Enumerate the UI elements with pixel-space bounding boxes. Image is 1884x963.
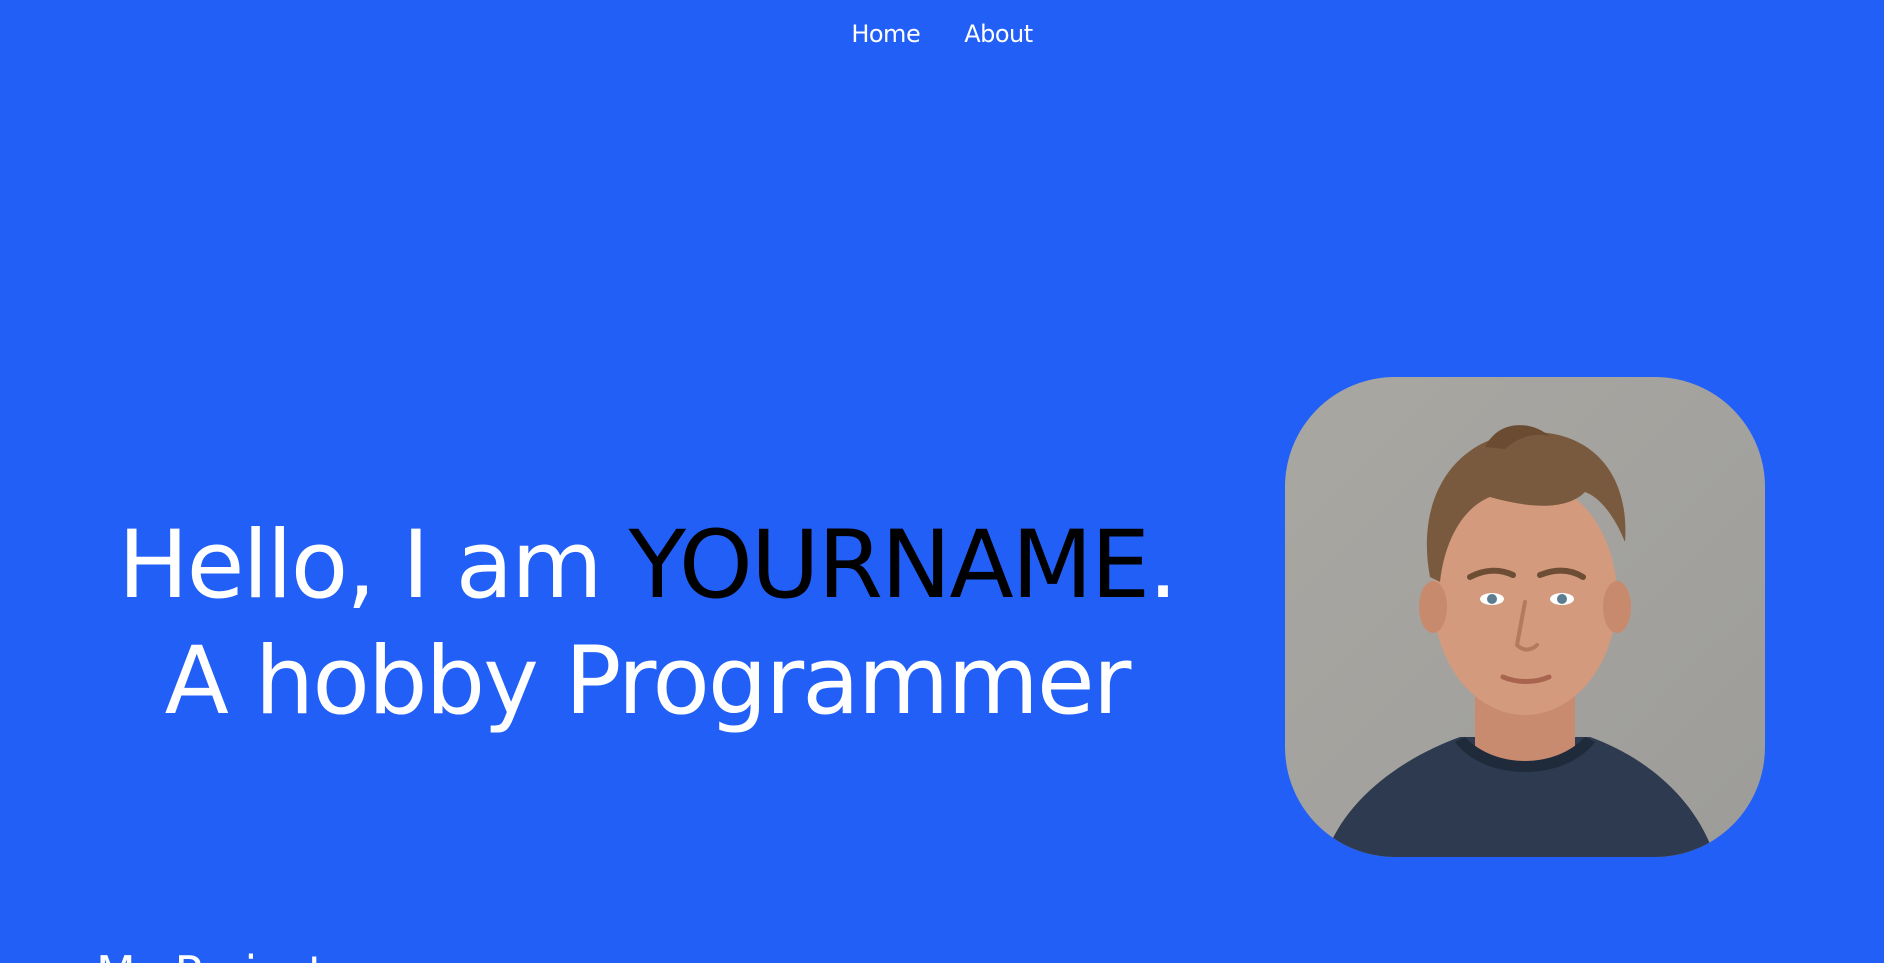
section-heading: My Projects [96, 946, 349, 963]
hero-name-suffix: . [1148, 511, 1178, 620]
nav-link-home[interactable]: Home [851, 20, 920, 48]
nav-link-about[interactable]: About [964, 20, 1033, 48]
hero-name: YOURNAME [628, 511, 1150, 620]
hero-tagline: A hobby Programmer [164, 627, 1132, 736]
hero-greeting: Hello, I am [117, 511, 629, 620]
hero-greeting-line: Hello, I am YOURNAME. [0, 508, 1294, 624]
page: Home About Hello, I am YOURNAME. A hobby… [0, 0, 1884, 963]
profile-photo [1285, 377, 1765, 857]
top-nav: Home About [0, 20, 1884, 48]
portrait-illustration [1325, 425, 1715, 857]
hero-heading: Hello, I am YOURNAME. A hobby Programmer [0, 508, 1294, 740]
